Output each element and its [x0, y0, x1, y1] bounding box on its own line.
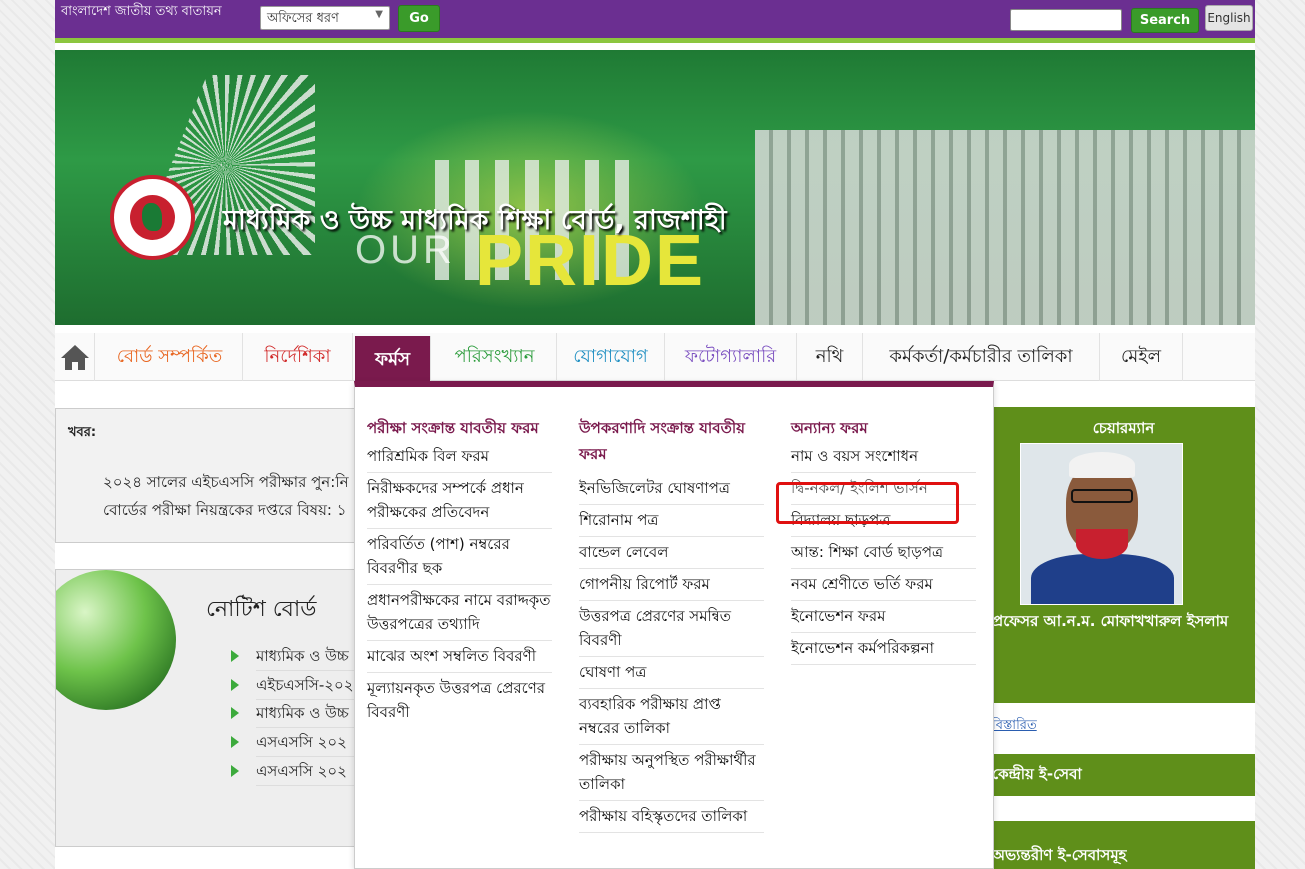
dropdown-link[interactable]: ইনোভেশন কর্মপরিকল্পনা — [791, 633, 976, 665]
notice-item[interactable]: মাধ্যমিক ও উচ্চ — [256, 702, 354, 728]
office-select-value: অফিসের ধরণ — [267, 11, 339, 26]
home-icon — [61, 345, 89, 370]
portal-name-link[interactable]: বাংলাদেশ জাতীয় তথ্য বাতায়ন — [61, 2, 222, 23]
news-label: খবর: — [68, 425, 97, 440]
dropdown-link[interactable]: আন্ত: শিক্ষা বোর্ড ছাড়পত্র — [791, 537, 976, 569]
chairman-photo — [1020, 443, 1183, 605]
chairman-panel: চেয়ারম্যান প্রফেসর আ.ন.ম. মোফাখখারুল ইস… — [992, 407, 1255, 703]
dropdown-column-exam-forms: পরীক্ষা সংক্রান্ত যাবতীয় ফরম পারিশ্রমিক… — [367, 387, 552, 728]
english-language-button[interactable]: English — [1205, 5, 1253, 31]
nav-item-photo-gallery[interactable]: ফটোগ্যালারি — [665, 333, 797, 381]
nav-item-staff-list[interactable]: কর্মকর্তা/কর্মচারীর তালিকা — [863, 333, 1100, 381]
nav-label: পরিসংখ্যান — [454, 346, 535, 367]
dropdown-link[interactable]: মাঝের অংশ সম্বলিত বিবরণী — [367, 641, 552, 673]
notice-item[interactable]: এসএসসি ২০২ — [256, 760, 354, 786]
banner-parliament-graphic — [755, 130, 1255, 325]
bangladesh-map-icon — [142, 203, 162, 231]
dropdown-link[interactable]: বান্ডেল লেবেল — [579, 537, 764, 569]
page-background-left — [0, 0, 55, 869]
dropdown-heading: অন্যান্য ফরম — [791, 419, 868, 437]
photo-glasses — [1071, 489, 1133, 503]
nav-home[interactable] — [55, 333, 95, 381]
nav-label: ফর্মস — [374, 349, 411, 370]
highlight-annotation-box — [776, 482, 959, 524]
dropdown-heading: পরীক্ষা সংক্রান্ত যাবতীয় ফরম — [367, 419, 539, 437]
chairman-details-link[interactable]: বিস্তারিত — [992, 716, 1037, 737]
dropdown-link[interactable]: ঘোষণা পত্র — [579, 657, 764, 689]
dropdown-link[interactable]: গোপনীয় রিপোর্ট ফরম — [579, 569, 764, 601]
dropdown-heading: উপকরণাদি সংক্রান্ত যাবতীয় ফরম — [579, 419, 745, 463]
nav-label: নথি — [815, 346, 844, 367]
internal-eservice-header[interactable]: অভ্যন্তরীণ ই-সেবাসমূহ — [992, 821, 1255, 869]
go-button[interactable]: Go — [398, 5, 440, 32]
central-eservice-label: কেন্দ্রীয় ই-সেবা — [992, 765, 1082, 783]
notice-item[interactable]: মাধ্যমিক ও উচ্চ — [256, 645, 354, 671]
chevron-down-icon: ▼ — [375, 9, 383, 20]
office-type-select[interactable]: অফিসের ধরণ ▼ — [260, 6, 390, 30]
photo-beard — [1076, 529, 1128, 559]
notice-item[interactable]: এসএসসি ২০২ — [256, 731, 354, 757]
notice-item[interactable]: এইচএসসি-২০২ — [256, 674, 354, 700]
nav-label: মেইল — [1120, 346, 1162, 367]
photo-cap — [1069, 452, 1135, 478]
chairman-title: চেয়ারম্যান — [1092, 419, 1155, 437]
dropdown-link[interactable]: নিরীক্ষকদের সম্পর্কে প্রধান পরীক্ষকের প্… — [367, 473, 552, 529]
dropdown-column-other-forms: অন্যান্য ফরম নাম ও বয়স সংশোধন দ্বি-নকল/… — [791, 387, 976, 665]
page-container: বাংলাদেশ জাতীয় তথ্য বাতায়ন অফিসের ধরণ … — [55, 0, 1255, 869]
site-title: মাধ্যমিক ও উচ্চ মাধ্যমিক শিক্ষা বোর্ড, র… — [223, 205, 727, 236]
chairman-name: প্রফেসর আ.ন.ম. মোফাখখারুল ইসলাম — [992, 612, 1229, 630]
photo-body — [1031, 554, 1174, 604]
dropdown-link[interactable]: প্রধানপরীক্ষকের নামে বরাদ্দকৃত উত্তরপত্র… — [367, 585, 552, 641]
dropdown-link[interactable]: নবম শ্রেণীতে ভর্তি ফরম — [791, 569, 976, 601]
nav-label: বোর্ড সম্পর্কিত — [116, 346, 223, 367]
search-button[interactable]: Search — [1131, 8, 1199, 33]
nav-item-guidelines[interactable]: নির্দেশিকা — [243, 333, 353, 381]
nav-label: কর্মকর্তা/কর্মচারীর তালিকা — [889, 346, 1073, 367]
nav-item-mail[interactable]: মেইল — [1100, 333, 1183, 381]
nav-item-contact[interactable]: যোগাযোগ — [557, 333, 665, 381]
central-eservice-header[interactable]: কেন্দ্রীয় ই-সেবা — [992, 754, 1255, 796]
dropdown-link[interactable]: ইনোভেশন ফরম — [791, 601, 976, 633]
seal-inner — [130, 195, 175, 240]
arrow-right-icon — [231, 679, 239, 691]
top-bar-accent-line — [55, 38, 1255, 43]
nav-item-documents[interactable]: নথি — [797, 333, 863, 381]
dropdown-link[interactable]: পারিশ্রমিক বিল ফরম — [367, 441, 552, 473]
dropdown-link[interactable]: ব্যবহারিক পরীক্ষায় প্রাপ্ত নম্বরের তালি… — [579, 689, 764, 745]
forms-dropdown-menu: পরীক্ষা সংক্রান্ত যাবতীয় ফরম পারিশ্রমিক… — [354, 381, 994, 869]
header-banner: OUR PRIDE মাধ্যমিক ও উচ্চ মাধ্যমিক শিক্ষ… — [55, 50, 1255, 325]
notice-board-title: নোটিশ বোর্ড — [206, 597, 317, 622]
search-input[interactable] — [1010, 9, 1122, 31]
nav-label: যোগাযোগ — [573, 346, 648, 367]
internal-eservice-label: অভ্যন্তরীণ ই-সেবাসমূহ — [992, 846, 1127, 864]
arrow-right-icon — [231, 707, 239, 719]
dropdown-link[interactable]: নাম ও বয়স সংশোধন — [791, 441, 976, 473]
notice-board: নোটিশ বোর্ড মাধ্যমিক ও উচ্চ এইচএসসি-২০২ … — [55, 569, 355, 847]
government-seal-logo[interactable] — [110, 175, 195, 260]
globe-icon — [56, 570, 176, 710]
dropdown-column-material-forms: উপকরণাদি সংক্রান্ত যাবতীয় ফরম ইনভিজিলেট… — [579, 387, 764, 833]
dropdown-link[interactable]: পরীক্ষায় অনুপস্থিত পরীক্ষার্থীর তালিকা — [579, 745, 764, 801]
nav-label: ফটোগ্যালারি — [684, 346, 777, 367]
main-navigation: বোর্ড সম্পর্কিত নির্দেশিকা ফর্মস পরিসংখ্… — [55, 333, 1255, 388]
news-item[interactable]: ২০২৪ সালের এইচএসসি পরীক্ষার পুন:নি — [103, 471, 356, 496]
dropdown-link[interactable]: মূল্যায়নকৃত উত্তরপত্র প্রেরণের বিবরণী — [367, 673, 552, 728]
dropdown-link[interactable]: উত্তরপত্র প্রেরণের সমন্বিত বিবরণী — [579, 601, 764, 657]
page-background-right — [1255, 0, 1305, 869]
arrow-right-icon — [231, 765, 239, 777]
top-bar: বাংলাদেশ জাতীয় তথ্য বাতায়ন অফিসের ধরণ … — [55, 0, 1255, 38]
news-item[interactable]: বোর্ডের পরীক্ষা নিয়ন্ত্রকের দপ্তরে বিষয… — [103, 499, 356, 524]
dropdown-link[interactable]: শিরোনাম পত্র — [579, 505, 764, 537]
dropdown-link[interactable]: পরীক্ষায় বহিস্কৃতদের তালিকা — [579, 801, 764, 833]
arrow-right-icon — [231, 650, 239, 662]
nav-label: নির্দেশিকা — [264, 346, 331, 367]
dropdown-link[interactable]: পরিবর্তিত (পাশ) নম্বরের বিবরণীর ছক — [367, 529, 552, 585]
nav-item-board-related[interactable]: বোর্ড সম্পর্কিত — [97, 333, 243, 381]
news-ticker: খবর: ২০২৪ সালের এইচএসসি পরীক্ষার পুন:নি … — [55, 408, 355, 543]
nav-item-statistics[interactable]: পরিসংখ্যান — [433, 333, 557, 381]
dropdown-link[interactable]: ইনভিজিলেটর ঘোষণাপত্র — [579, 473, 764, 505]
arrow-right-icon — [231, 736, 239, 748]
